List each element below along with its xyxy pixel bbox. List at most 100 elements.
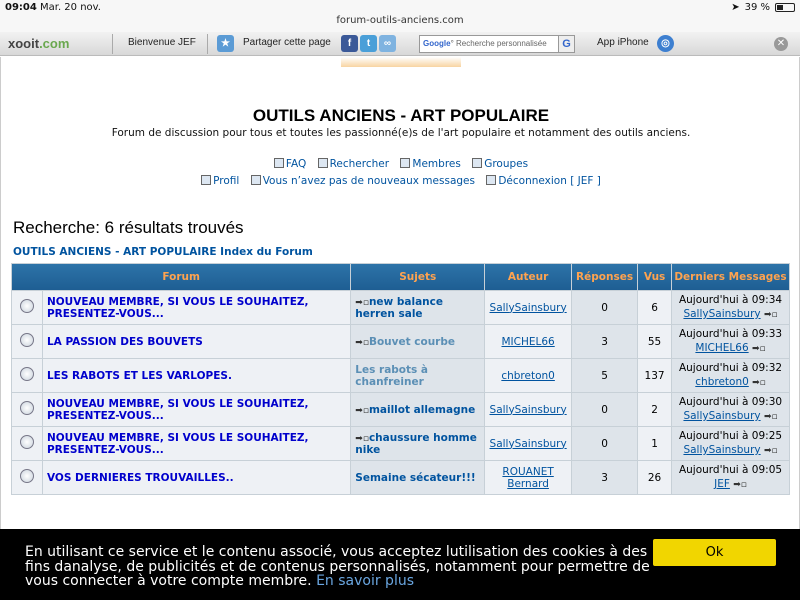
author-link[interactable]: MICHEL66 bbox=[501, 336, 554, 348]
table-header-row: Forum Sujets Auteur Réponses Vus Dernier… bbox=[12, 264, 789, 290]
folder-icon bbox=[19, 333, 34, 347]
forum-page: OUTILS ANCIENS - ART POPULAIRE Forum de … bbox=[0, 57, 800, 600]
subject-link[interactable]: Les rabots à chanfreiner bbox=[355, 364, 428, 388]
close-icon[interactable]: ✕ bbox=[774, 37, 788, 51]
share-link[interactable]: Partager cette page bbox=[243, 37, 331, 48]
subject-cell: Semaine sécateur!!! bbox=[351, 461, 485, 494]
goto-post-icon[interactable]: ➡▫ bbox=[752, 342, 766, 356]
link-share-icon[interactable]: ∞ bbox=[379, 35, 396, 52]
goto-post-icon[interactable]: ➡▫ bbox=[764, 308, 778, 322]
welcome-link[interactable]: Bienvenue JEF bbox=[128, 37, 196, 48]
goto-new-icon[interactable]: ➡▫ bbox=[355, 338, 369, 348]
subject-link[interactable]: maillot allemagne bbox=[369, 404, 475, 416]
cookie-ok-button[interactable]: Ok bbox=[653, 539, 776, 566]
banner-image bbox=[341, 57, 461, 67]
author-link[interactable]: SallySainsbury bbox=[490, 404, 567, 416]
forum-cell: VOS DERNIERES TROUVAILLES.. bbox=[42, 461, 351, 494]
forum-link[interactable]: NOUVEAU MEMBRE, SI VOUS LE SOUHAITEZ, PR… bbox=[47, 296, 309, 320]
goto-post-icon[interactable]: ➡▫ bbox=[764, 410, 778, 424]
views-cell: 26 bbox=[638, 461, 672, 494]
replies-cell: 0 bbox=[572, 427, 638, 460]
forum-link[interactable]: VOS DERNIERES TROUVAILLES.. bbox=[47, 472, 234, 484]
members-icon bbox=[400, 158, 411, 168]
facebook-icon[interactable]: f bbox=[341, 35, 358, 52]
last-message-cell: Aujourd'hui à 09:33 MICHEL66 ➡▫ bbox=[672, 325, 789, 358]
forum-cell: LA PASSION DES BOUVETS bbox=[42, 325, 351, 358]
last-message-user[interactable]: JEF bbox=[714, 478, 730, 490]
nav-members[interactable]: Membres bbox=[400, 158, 461, 170]
forum-link[interactable]: LA PASSION DES BOUVETS bbox=[47, 336, 203, 348]
folder-icon bbox=[19, 401, 34, 415]
forum-link[interactable]: NOUVEAU MEMBRE, SI VOUS LE SOUHAITEZ, PR… bbox=[47, 432, 309, 456]
star-icon[interactable]: ★ bbox=[217, 35, 234, 52]
last-message-user[interactable]: SallySainsbury bbox=[683, 308, 760, 320]
nav-profile[interactable]: Profil bbox=[201, 175, 239, 187]
subject-cell: ➡▫maillot allemagne bbox=[351, 393, 485, 426]
last-message-cell: Aujourd'hui à 09:25 SallySainsbury ➡▫ bbox=[672, 427, 789, 460]
xooit-logo[interactable]: xooit.com bbox=[8, 36, 69, 51]
folder-icon bbox=[19, 299, 34, 313]
last-message-user[interactable]: SallySainsbury bbox=[683, 444, 760, 456]
last-message-user[interactable]: chbreton0 bbox=[695, 376, 749, 388]
goto-new-icon[interactable]: ➡▫ bbox=[355, 298, 369, 308]
goto-post-icon[interactable]: ➡▫ bbox=[733, 478, 747, 492]
forum-status-icon-cell bbox=[12, 461, 42, 494]
goto-post-icon[interactable]: ➡▫ bbox=[764, 444, 778, 458]
forum-status-icon-cell bbox=[12, 325, 42, 358]
nav-logout[interactable]: Déconnexion [ JEF ] bbox=[486, 175, 601, 187]
nav-groups[interactable]: Groupes bbox=[472, 158, 528, 170]
author-link[interactable]: chbreton0 bbox=[501, 370, 555, 382]
col-forum: Forum bbox=[12, 264, 351, 290]
subject-link[interactable]: Semaine sécateur!!! bbox=[355, 472, 475, 484]
last-message-cell: Aujourd'hui à 09:05 JEF ➡▫ bbox=[672, 461, 789, 494]
last-message-user[interactable]: MICHEL66 bbox=[695, 342, 748, 354]
views-cell: 1 bbox=[638, 427, 672, 460]
results-heading: Recherche: 6 résultats trouvés bbox=[13, 218, 244, 237]
author-link[interactable]: SallySainsbury bbox=[490, 302, 567, 314]
col-last-messages: Derniers Messages bbox=[672, 264, 789, 290]
last-message-cell: Aujourd'hui à 09:32 chbreton0 ➡▫ bbox=[672, 359, 789, 392]
subject-cell: ➡▫chaussure homme nike bbox=[351, 427, 485, 460]
xooit-toolbar: xooit.com Bienvenue JEF ★ Partager cette… bbox=[0, 32, 800, 56]
address-bar[interactable]: forum-outils-anciens.com bbox=[0, 15, 800, 26]
author-link[interactable]: ROUANET Bernard bbox=[502, 466, 553, 490]
faq-icon bbox=[273, 158, 284, 168]
goto-post-icon[interactable]: ➡▫ bbox=[752, 376, 766, 390]
nav-faq[interactable]: FAQ bbox=[273, 158, 306, 170]
subject-link[interactable]: Bouvet courbe bbox=[369, 336, 455, 348]
subject-link[interactable]: new balance herren sale bbox=[355, 296, 443, 320]
last-message-date: Aujourd'hui à 09:32 bbox=[678, 362, 783, 374]
views-cell: 55 bbox=[638, 325, 672, 358]
last-message-user[interactable]: SallySainsbury bbox=[683, 410, 760, 422]
status-date: Mar. 20 nov. bbox=[40, 2, 101, 13]
last-message-date: Aujourd'hui à 09:25 bbox=[678, 430, 783, 442]
table-row: VOS DERNIERES TROUVAILLES.. Semaine sécat… bbox=[12, 461, 789, 494]
subject-link[interactable]: chaussure homme nike bbox=[355, 432, 477, 456]
app-icon[interactable]: ◎ bbox=[657, 35, 674, 52]
col-replies: Réponses bbox=[572, 264, 638, 290]
google-search-button[interactable]: G bbox=[558, 35, 575, 53]
author-cell: MICHEL66 bbox=[485, 325, 572, 358]
forum-link[interactable]: NOUVEAU MEMBRE, SI VOUS LE SOUHAITEZ, PR… bbox=[47, 398, 309, 422]
battery-percent: 39 % bbox=[744, 2, 770, 13]
folder-icon bbox=[19, 435, 34, 449]
learn-more-link[interactable]: En savoir plus bbox=[316, 573, 414, 589]
google-search-input[interactable]: Google° Recherche personnalisée bbox=[419, 35, 575, 53]
cookie-banner: En utilisant ce service et le contenu as… bbox=[0, 529, 800, 600]
forum-status-icon-cell bbox=[12, 393, 42, 426]
goto-new-icon[interactable]: ➡▫ bbox=[355, 406, 369, 416]
last-message-date: Aujourd'hui à 09:05 bbox=[678, 464, 783, 476]
iphone-app-link[interactable]: App iPhone bbox=[597, 37, 649, 48]
twitter-icon[interactable]: t bbox=[360, 35, 377, 52]
author-cell: SallySainsbury bbox=[485, 291, 572, 324]
replies-cell: 3 bbox=[572, 461, 638, 494]
forum-link[interactable]: LES RABOTS ET LES VARLOPES. bbox=[47, 370, 232, 382]
messages-icon bbox=[250, 175, 261, 185]
views-cell: 2 bbox=[638, 393, 672, 426]
last-message-date: Aujourd'hui à 09:33 bbox=[678, 328, 783, 340]
goto-new-icon[interactable]: ➡▫ bbox=[355, 434, 369, 444]
nav-messages[interactable]: Vous n’avez pas de nouveaux messages bbox=[250, 175, 475, 187]
nav-search[interactable]: Rechercher bbox=[317, 158, 389, 170]
author-link[interactable]: SallySainsbury bbox=[490, 438, 567, 450]
breadcrumb[interactable]: OUTILS ANCIENS - ART POPULAIRE Index du … bbox=[13, 246, 313, 258]
